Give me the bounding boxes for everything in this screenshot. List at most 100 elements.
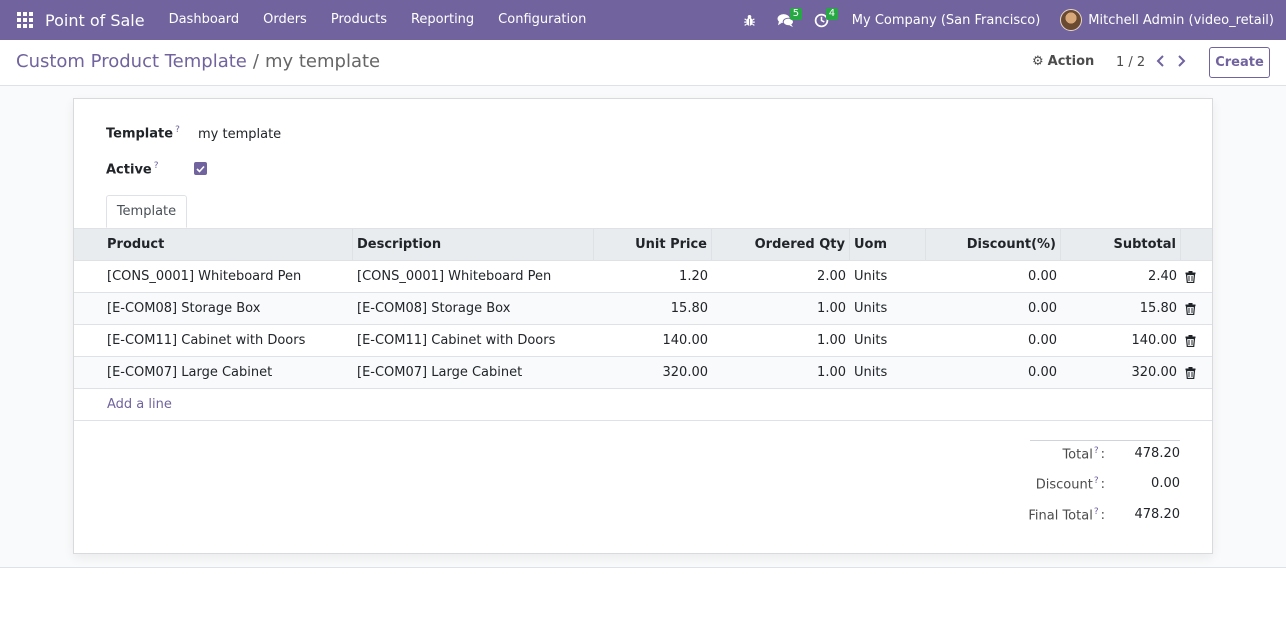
column-header-ordered-qty[interactable]: Ordered Qty — [712, 229, 850, 260]
breadcrumb-current: my template — [264, 51, 381, 72]
total-value: 478.20 — [1134, 446, 1181, 461]
cell-unit-price[interactable]: 15.80 — [594, 293, 712, 325]
template-field-label: Template? — [106, 125, 180, 142]
cell-description[interactable]: [E-COM11] Cabinet with Doors — [353, 325, 594, 357]
table-row[interactable]: [E-COM07] Large Cabinet [E-COM07] Large … — [74, 357, 1212, 389]
form-sheet: Template? my template Active? Template P… — [73, 98, 1213, 554]
cell-unit-price[interactable]: 320.00 — [594, 357, 712, 389]
pager-previous-button[interactable] — [1152, 52, 1168, 70]
cell-subtotal: 320.00 — [1131, 365, 1178, 380]
pager-next-button[interactable] — [1173, 52, 1189, 70]
cell-product[interactable]: [E-COM08] Storage Box — [74, 293, 353, 325]
menu-item-orders[interactable]: Orders — [251, 0, 319, 40]
cell-uom[interactable]: Units — [850, 325, 926, 357]
help-tooltip-icon[interactable]: ? — [154, 161, 159, 171]
checkmark-icon — [196, 165, 205, 173]
cell-uom[interactable]: Units — [850, 261, 926, 293]
main-menu: Dashboard Orders Products Reporting Conf… — [157, 0, 599, 40]
avatar — [1060, 9, 1083, 31]
cell-subtotal: 140.00 — [1131, 333, 1178, 348]
total-row: Total?: 478.20 — [1030, 446, 1180, 466]
cell-subtotal: 2.40 — [1148, 269, 1177, 284]
cell-discount[interactable]: 0.00 — [926, 261, 1061, 293]
table-row[interactable]: [E-COM11] Cabinet with Doors [E-COM11] C… — [74, 325, 1212, 357]
cell-discount[interactable]: 0.00 — [926, 293, 1061, 325]
cell-description[interactable]: [E-COM07] Large Cabinet — [353, 357, 594, 389]
cell-product[interactable]: [E-COM07] Large Cabinet — [74, 357, 353, 389]
cell-uom[interactable]: Units — [850, 357, 926, 389]
help-tooltip-icon[interactable]: ? — [1094, 476, 1099, 486]
user-menu[interactable]: Mitchell Admin (video_retail) — [1052, 9, 1286, 31]
menu-item-reporting[interactable]: Reporting — [399, 0, 486, 40]
column-header-actions — [1181, 229, 1212, 260]
breadcrumb: Custom Product Template / my template — [16, 51, 380, 72]
messages-icon[interactable]: 5 — [768, 0, 804, 40]
user-name: Mitchell Admin (video_retail) — [1088, 12, 1274, 28]
trash-icon — [1185, 271, 1196, 283]
help-tooltip-icon[interactable]: ? — [175, 125, 180, 135]
help-tooltip-icon[interactable]: ? — [1094, 507, 1099, 517]
delete-row-button[interactable] — [1181, 357, 1212, 389]
chevron-left-icon — [1156, 55, 1164, 67]
cell-ordered-qty[interactable]: 1.00 — [712, 293, 850, 325]
action-label: Action — [1047, 54, 1095, 69]
trash-icon — [1185, 303, 1196, 315]
cell-ordered-qty[interactable]: 2.00 — [712, 261, 850, 293]
menu-item-products[interactable]: Products — [319, 0, 399, 40]
delete-row-button[interactable] — [1181, 261, 1212, 293]
systray: 5 4 My Company (San Francisco) Mitchell … — [732, 0, 1286, 40]
cell-discount[interactable]: 0.00 — [926, 357, 1061, 389]
breadcrumb-separator: / — [252, 51, 259, 72]
delete-row-button[interactable] — [1181, 293, 1212, 325]
pager-value[interactable]: 1 / 2 — [1116, 55, 1145, 70]
activity-clock-icon[interactable]: 4 — [804, 0, 840, 40]
cell-uom[interactable]: Units — [850, 293, 926, 325]
top-navbar: Point of Sale Dashboard Orders Products … — [0, 0, 1286, 40]
chevron-right-icon — [1177, 55, 1185, 67]
active-field-label: Active? — [106, 161, 159, 178]
cell-ordered-qty[interactable]: 1.00 — [712, 357, 850, 389]
breadcrumb-parent[interactable]: Custom Product Template — [16, 51, 247, 72]
create-button[interactable]: Create — [1209, 47, 1270, 78]
column-header-subtotal[interactable]: Subtotal — [1061, 229, 1181, 260]
column-header-discount[interactable]: Discount(%) — [926, 229, 1061, 260]
app-name[interactable]: Point of Sale — [45, 11, 145, 30]
company-switcher[interactable]: My Company (San Francisco) — [840, 13, 1052, 28]
messages-count-badge: 5 — [789, 8, 803, 20]
column-header-unit-price[interactable]: Unit Price — [594, 229, 712, 260]
final-total-label: Final Total?: — [1028, 507, 1105, 524]
cell-unit-price[interactable]: 1.20 — [594, 261, 712, 293]
add-line-link[interactable]: Add a line — [74, 389, 1212, 421]
cell-product[interactable]: [CONS_0001] Whiteboard Pen — [74, 261, 353, 293]
final-total-value: 478.20 — [1134, 507, 1181, 522]
active-checkbox[interactable] — [194, 162, 207, 175]
cell-product[interactable]: [E-COM11] Cabinet with Doors — [74, 325, 353, 357]
totals-summary: Total?: 478.20 Discount?: 0.00 Final Tot… — [1028, 440, 1180, 523]
menu-item-dashboard[interactable]: Dashboard — [157, 0, 252, 40]
action-menu-button[interactable]: ⚙ Action — [1032, 54, 1094, 69]
final-total-row: Final Total?: 478.20 — [1000, 507, 1180, 527]
table-row[interactable]: [E-COM08] Storage Box [E-COM08] Storage … — [74, 293, 1212, 325]
delete-row-button[interactable] — [1181, 325, 1212, 357]
cell-description[interactable]: [CONS_0001] Whiteboard Pen — [353, 261, 594, 293]
discount-row: Discount?: 0.00 — [1030, 476, 1180, 496]
table-header: Product Description Unit Price Ordered Q… — [74, 228, 1212, 261]
help-tooltip-icon[interactable]: ? — [1094, 446, 1099, 456]
discount-label: Discount?: — [1035, 476, 1105, 493]
cell-description[interactable]: [E-COM08] Storage Box — [353, 293, 594, 325]
activities-count-badge: 4 — [825, 8, 839, 20]
control-panel: Custom Product Template / my template ⚙ Ac… — [0, 40, 1286, 86]
tab-template[interactable]: Template — [106, 195, 187, 228]
template-field-value[interactable]: my template — [198, 127, 281, 142]
table-row[interactable]: [CONS_0001] Whiteboard Pen [CONS_0001] W… — [74, 261, 1212, 293]
column-header-description[interactable]: Description — [353, 229, 594, 260]
column-header-product[interactable]: Product — [74, 229, 353, 260]
cell-discount[interactable]: 0.00 — [926, 325, 1061, 357]
bug-icon[interactable] — [732, 0, 768, 40]
trash-icon — [1185, 335, 1196, 347]
cell-ordered-qty[interactable]: 1.00 — [712, 325, 850, 357]
menu-item-configuration[interactable]: Configuration — [486, 0, 598, 40]
app-grid-icon[interactable] — [17, 12, 33, 28]
column-header-uom[interactable]: Uom — [850, 229, 926, 260]
cell-unit-price[interactable]: 140.00 — [594, 325, 712, 357]
